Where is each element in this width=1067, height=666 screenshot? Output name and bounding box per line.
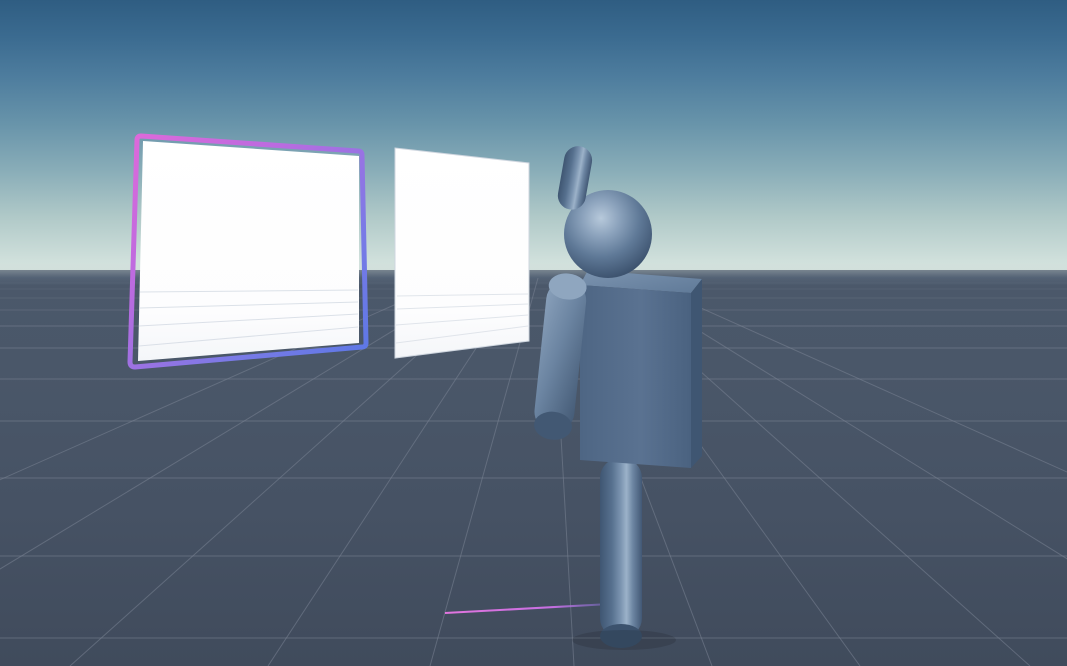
selection-baseline [445,604,610,613]
ui-panel-selected[interactable] [130,136,366,367]
editor-viewport[interactable] [0,0,1067,666]
avatar-leg [600,458,642,648]
avatar-shadow [572,630,676,650]
avatar-torso [580,270,702,468]
ui-panel-2[interactable] [395,148,529,358]
